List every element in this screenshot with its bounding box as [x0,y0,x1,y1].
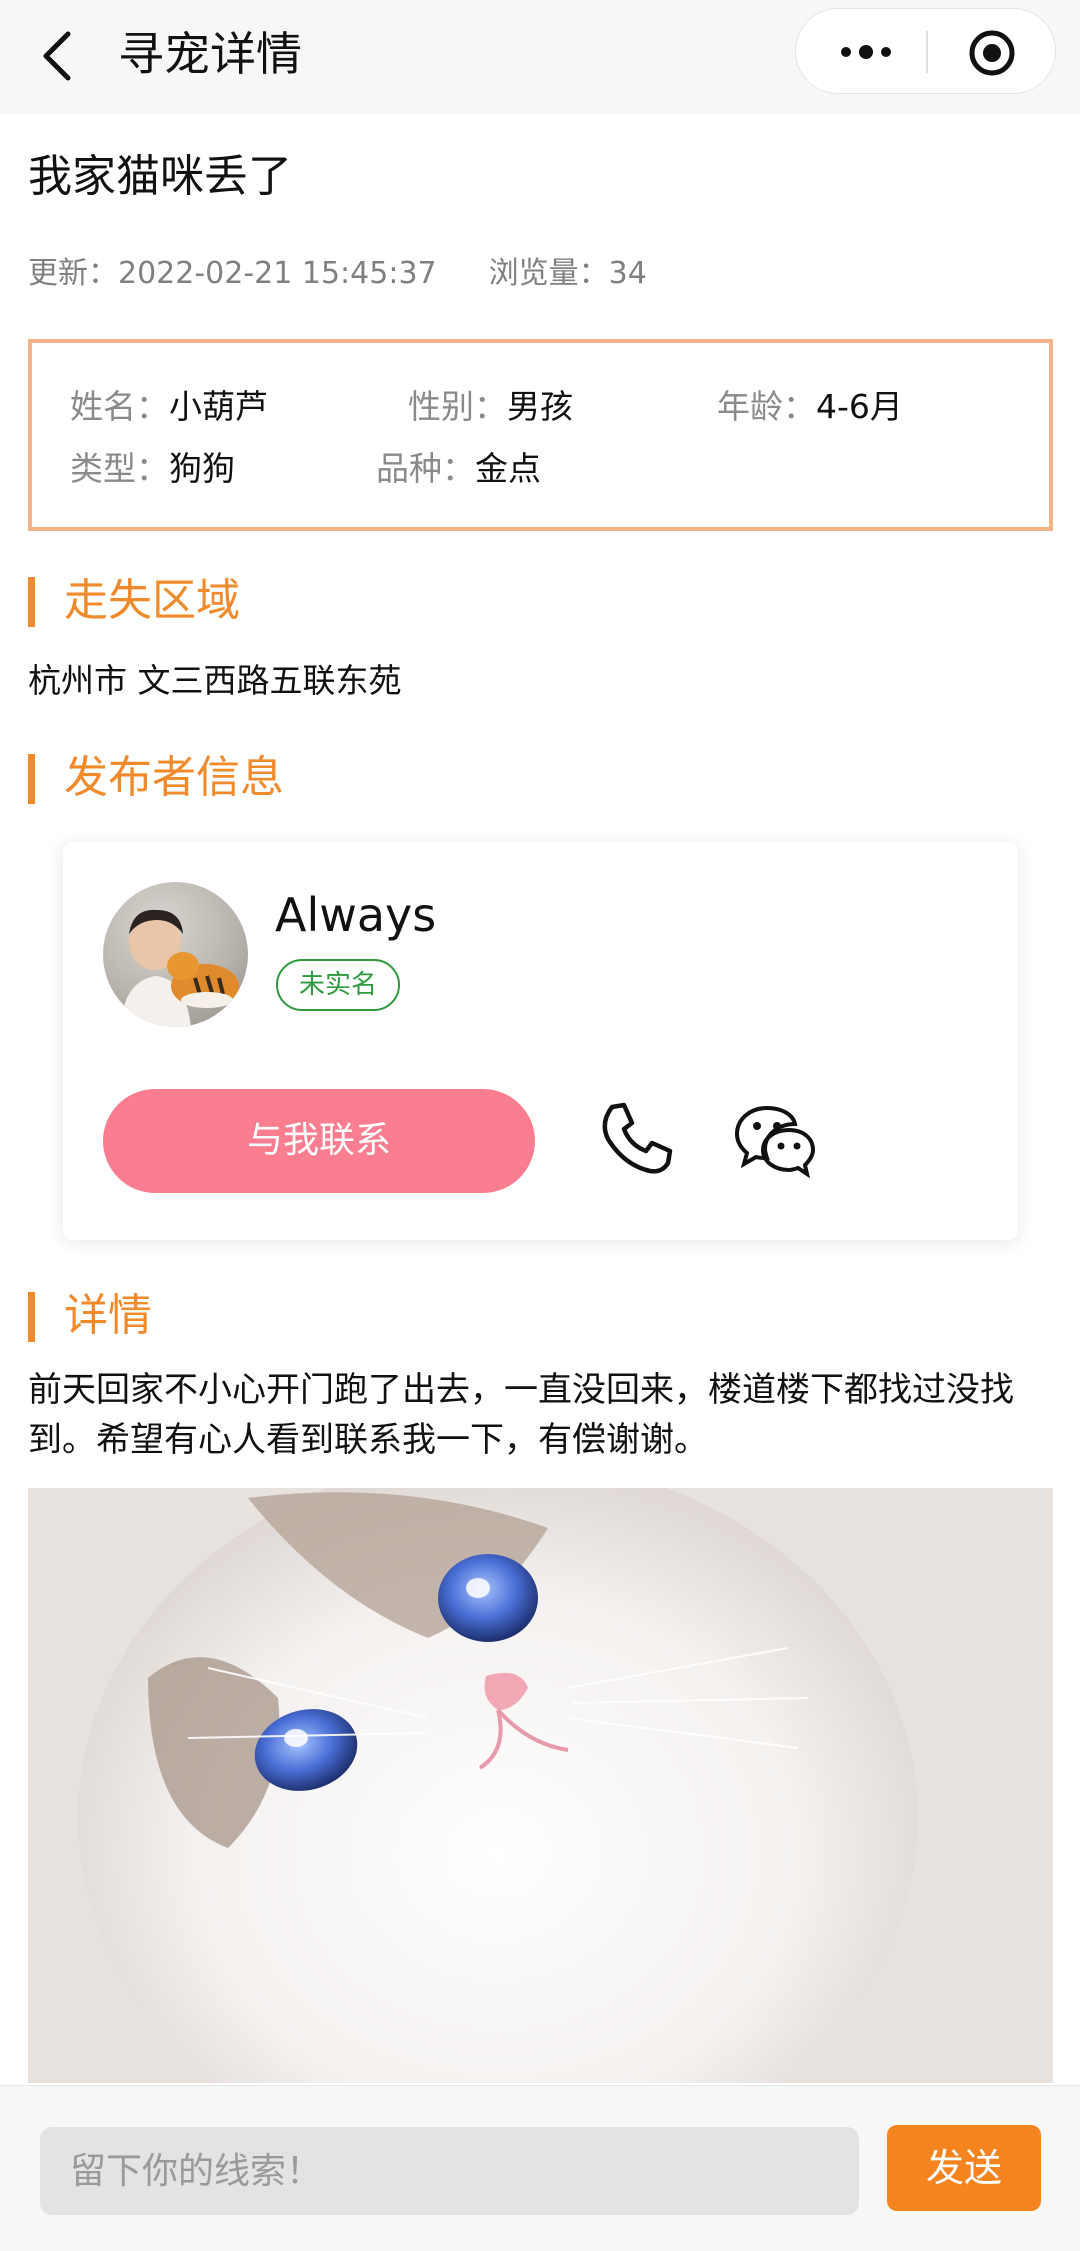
section-title: 详情 [64,1290,152,1341]
avatar[interactable] [103,882,248,1027]
detail-text: 前天回家不小心开门跑了出去，一直没回来，楼道楼下都找过没找到。希望有心人看到联系… [28,1370,1014,1460]
phone-icon[interactable] [596,1099,676,1179]
clue-input[interactable] [40,2127,859,2215]
pet-photo[interactable] [28,1488,1053,2083]
nav-bar: 寻宠详情 [0,0,1080,114]
send-button[interactable]: 发送 [887,2125,1041,2211]
capsule-divider [926,31,928,73]
lost-area-text: 杭州市 文三西路五联东苑 [28,661,402,700]
chevron-left-icon[interactable] [38,28,78,84]
pet-age: 年龄：4-6月 [717,387,903,426]
section-accent-bar [28,1292,35,1342]
publisher-username: Always [275,888,437,942]
updated-value: 2022-02-21 15:45:37 [118,256,437,291]
post-meta: 更新：2022-02-21 15:45:37 浏览量：34 [28,254,647,294]
pet-breed: 品种：金点 [376,449,541,488]
cat-image [28,1488,1053,2083]
comment-bar: 发送 [0,2085,1080,2251]
pet-info-box: 姓名：小葫芦 性别：男孩 年龄：4-6月 类型：狗狗 品种：金点 [28,339,1053,531]
contact-me-button[interactable]: 与我联系 [103,1089,535,1193]
views-value: 34 [608,256,647,291]
page-title: 寻宠详情 [118,27,302,81]
post-title: 我家猫咪丢了 [28,151,292,202]
verification-badge: 未实名 [276,959,400,1011]
pet-type: 类型：狗狗 [70,449,235,488]
views-label: 浏览量： [488,256,609,291]
mini-program-capsule [795,8,1056,94]
section-title: 走失区域 [64,575,240,626]
pet-gender: 性别：男孩 [408,387,573,426]
avatar-image [121,909,239,1027]
pet-name: 姓名：小葫芦 [70,387,268,426]
publisher-card: Always 未实名 与我联系 [63,842,1018,1240]
section-accent-bar [28,577,35,627]
updated-label: 更新： [28,256,118,291]
wechat-icon[interactable] [735,1100,815,1180]
section-accent-bar [28,754,35,804]
section-title: 发布者信息 [64,752,284,803]
target-icon[interactable] [967,28,1017,78]
more-dots-icon[interactable] [836,34,896,70]
